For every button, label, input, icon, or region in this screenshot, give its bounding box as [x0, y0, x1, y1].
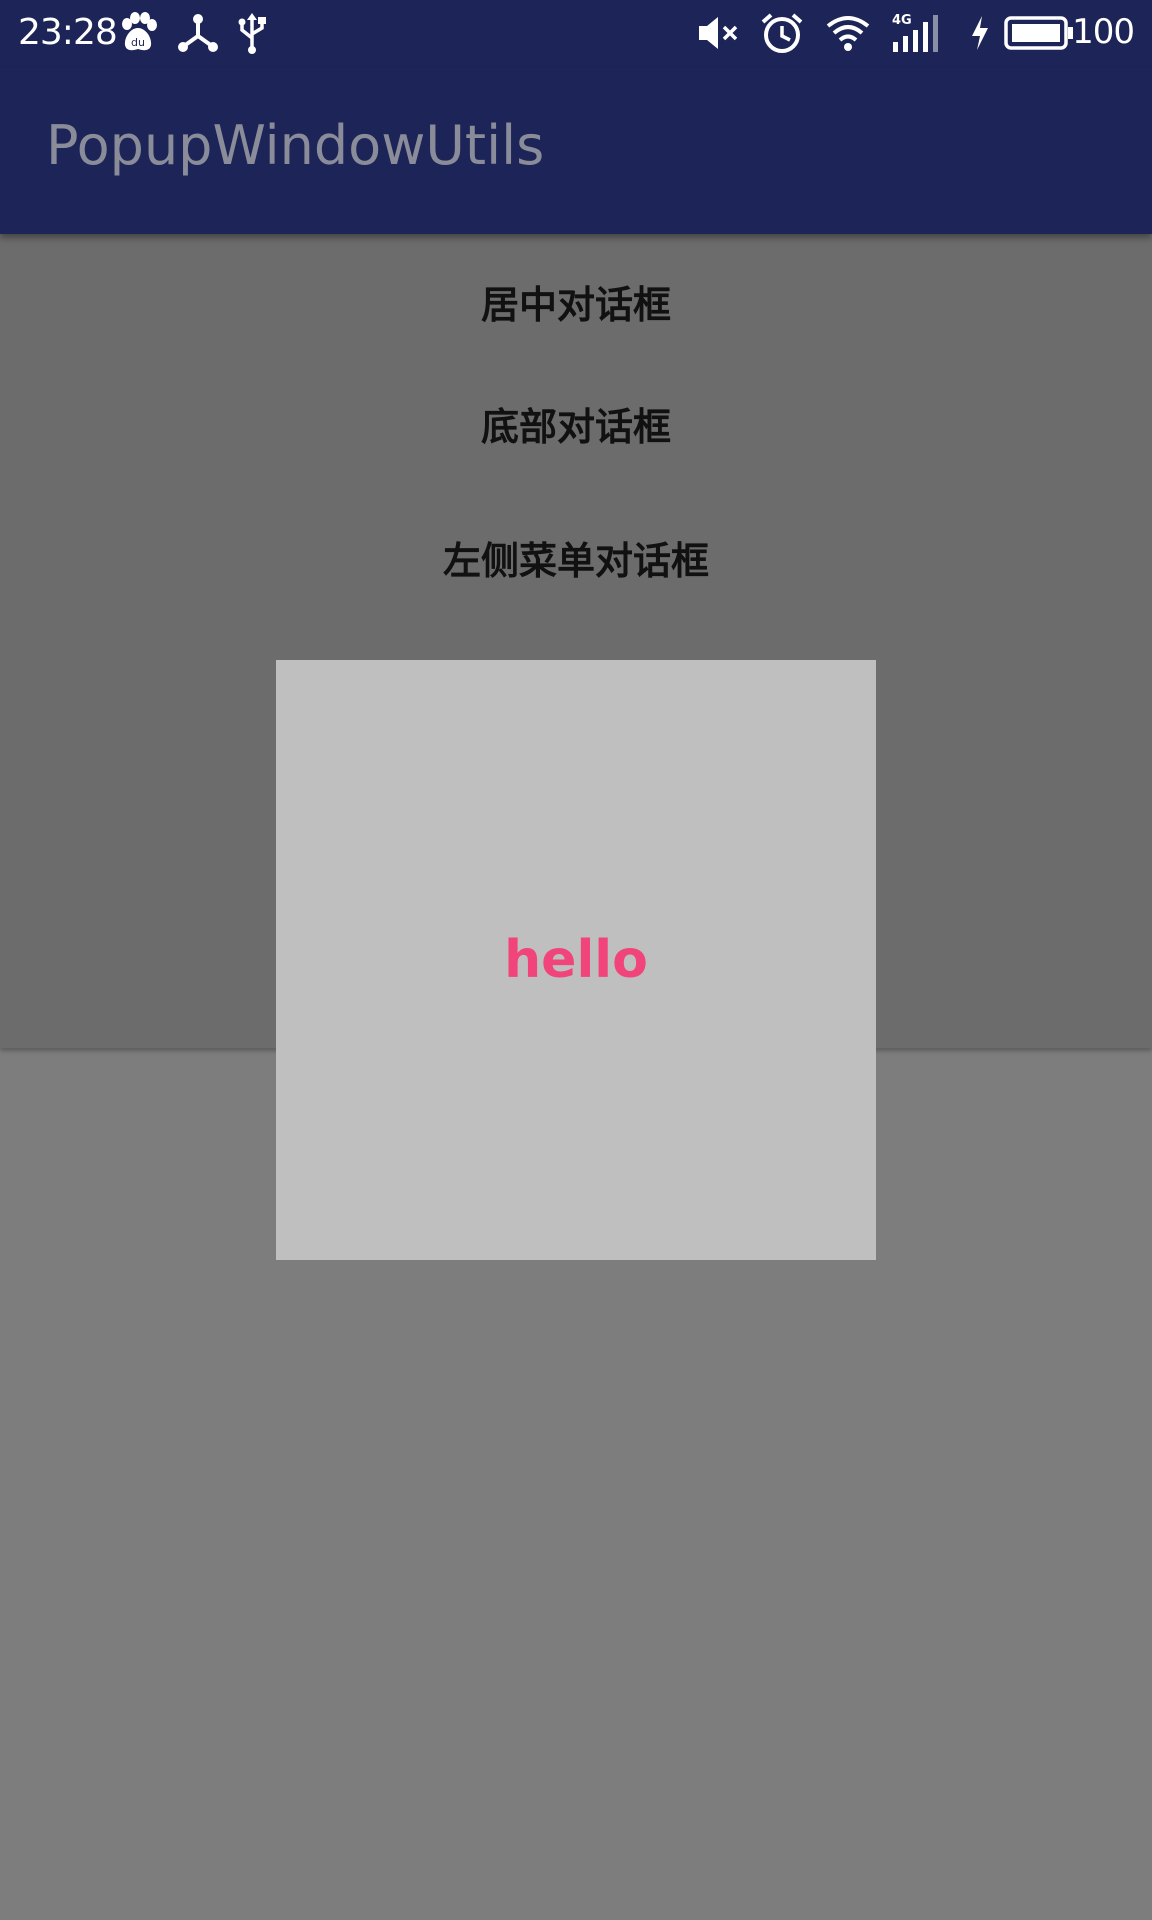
popup-text: hello: [504, 930, 648, 990]
volume-mute-icon: [696, 12, 742, 54]
center-dialog-button[interactable]: 居中对话框: [0, 234, 1152, 368]
battery-level: 100: [1072, 12, 1135, 52]
app-bar: PopupWindowUtils: [0, 68, 1152, 234]
battery-icon: [1004, 12, 1074, 54]
left-menu-dialog-button[interactable]: 左侧菜单对话框: [0, 502, 1152, 612]
status-time: 23:28: [18, 12, 118, 53]
alarm-icon: [760, 12, 804, 54]
app-title: PopupWindowUtils: [46, 114, 545, 177]
screen: 23:28 du 4G 100 PopupWindowUtils 居中对话框 底…: [0, 0, 1152, 1920]
network-type-label: 4G: [892, 13, 912, 28]
bottom-dialog-button[interactable]: 底部对话框: [0, 368, 1152, 478]
usb-icon: [236, 12, 268, 54]
hub-share-icon: [178, 12, 218, 54]
signal-icon: 4G: [890, 12, 948, 54]
popup-dialog[interactable]: hello: [276, 660, 876, 1260]
baidu-paw-icon: du: [118, 12, 158, 54]
svg-text:du: du: [131, 36, 145, 49]
charging-icon: [968, 12, 992, 54]
status-bar: 23:28 du 4G 100: [0, 0, 1152, 68]
wifi-icon: [824, 12, 872, 54]
